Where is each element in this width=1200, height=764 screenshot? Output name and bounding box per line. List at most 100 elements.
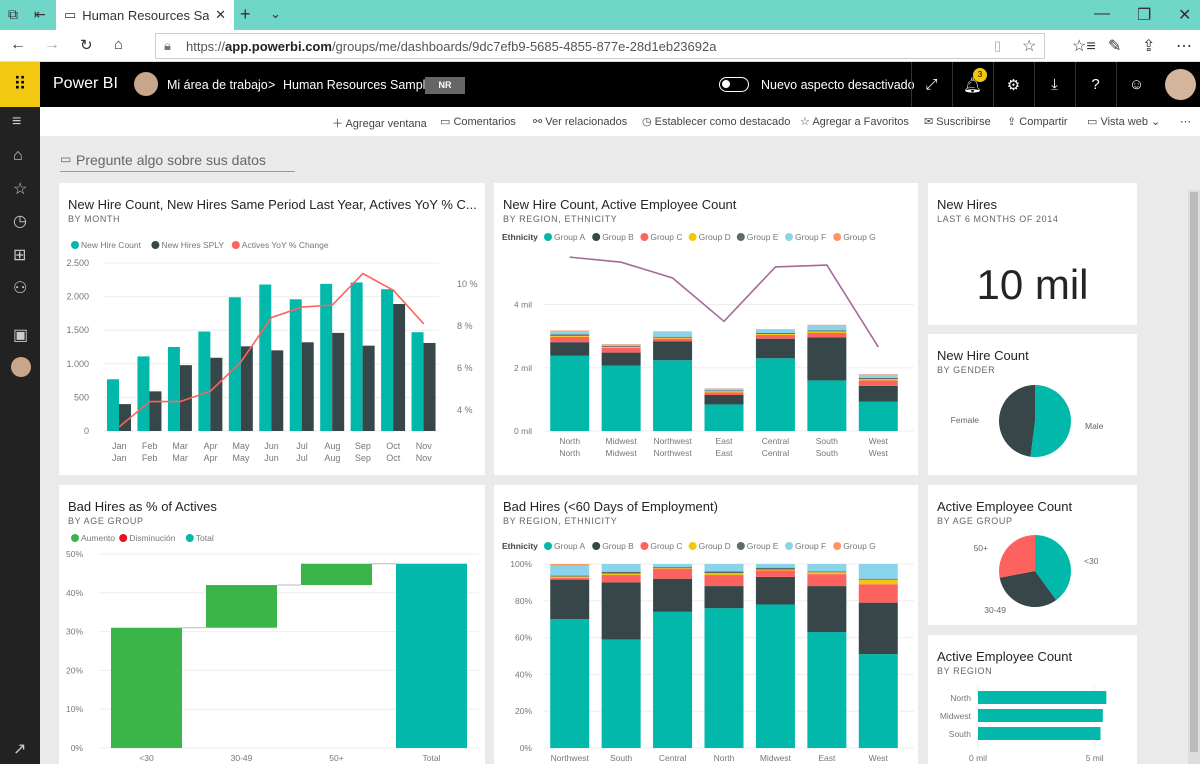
bar	[978, 727, 1101, 740]
x-tick-label: Jul	[296, 453, 308, 463]
hamburger-menu-icon[interactable]: ≡	[12, 113, 21, 131]
notifications-icon[interactable]: 🔔︎ 3	[952, 62, 992, 107]
bar-segment	[550, 565, 590, 576]
tile-new-hires-card[interactable]: New Hires LAST 6 MONTHS OF 2014 10 mil	[928, 183, 1137, 325]
add-favorites-button[interactable]: ☆ Agregar a Favoritos	[800, 115, 909, 128]
x-tick-label: Feb	[142, 441, 158, 451]
forward-icon[interactable]: →	[44, 36, 60, 54]
legend-label: Group E	[747, 232, 779, 242]
app-name[interactable]: Power BI	[53, 75, 118, 93]
bar-segment	[755, 329, 795, 333]
breadcrumb-workspace[interactable]: Mi área de trabajo	[167, 78, 268, 92]
back-icon[interactable]: ←	[10, 36, 26, 54]
monthly-chart: New Hire Count New Hires SPLY Actives YoY …	[66, 240, 477, 463]
subscribe-button[interactable]: ✉ Suscribirse	[924, 115, 991, 128]
waterfall-bar	[301, 563, 372, 586]
scrollbar[interactable]	[1188, 190, 1200, 764]
legend-marker	[185, 534, 194, 542]
legend-marker	[151, 241, 160, 249]
notification-count: 3	[973, 68, 987, 82]
settings-gear-icon[interactable]: ⚙	[993, 62, 1033, 107]
web-view-dropdown[interactable]: ▭ Vista web ⌄	[1087, 115, 1160, 128]
restore-icon[interactable]: ❐	[1137, 5, 1151, 25]
workspaces-icon[interactable]: ▣	[13, 325, 28, 345]
url-input[interactable]: 🔒︎ https://app.powerbi.com/groups/me/das…	[155, 33, 1045, 59]
y-tick-label: 20%	[66, 665, 83, 675]
app-launcher-icon[interactable]: ⠿	[0, 62, 40, 107]
my-workspace-avatar[interactable]	[11, 357, 31, 377]
share-icon[interactable]: ⇪	[1142, 36, 1155, 56]
tile-region-bar[interactable]: Active Employee Count BY REGION 0 mil 5 m…	[928, 635, 1137, 764]
bar	[210, 357, 223, 431]
legend-marker	[785, 542, 793, 550]
help-icon[interactable]: ?	[1075, 62, 1115, 107]
favorite-star-icon[interactable]: ☆	[1022, 36, 1036, 56]
fullscreen-icon[interactable]: ⤢	[911, 62, 951, 107]
bad-hires-chart: Ethnicity Group A Group B Group C Group D Gro…	[502, 541, 914, 763]
get-data-arrow-icon[interactable]: ↗	[13, 739, 26, 759]
view-related-button[interactable]: ⚯ Ver relacionados	[533, 115, 627, 128]
y-tick-label: 2.000	[66, 292, 89, 302]
x-tick-label: Sep	[355, 441, 371, 451]
x-tick-label: South	[610, 753, 632, 763]
more-options-icon[interactable]: ⋯	[1180, 115, 1191, 128]
legend-label: Group G	[843, 232, 876, 242]
add-tile-button[interactable]: ＋ Agregar ventana	[332, 115, 427, 131]
waterfall-bar	[396, 563, 467, 748]
shared-people-icon[interactable]: ⚇	[13, 278, 27, 298]
tile-monthly-hires[interactable]: New Hire Count, New Hires Same Period La…	[59, 183, 485, 475]
recent-clock-icon[interactable]: ◷	[13, 211, 27, 231]
set-aside-tabs-icon[interactable]: ⇤	[34, 6, 46, 23]
bar	[198, 331, 211, 431]
legend-title: Ethnicity	[502, 232, 538, 242]
toggle-label: Nuevo aspecto desactivado	[761, 78, 915, 92]
close-tab-icon[interactable]: ✕	[215, 7, 234, 23]
home-icon[interactable]: ⌂	[114, 36, 123, 53]
more-icon[interactable]: ⋯	[1176, 36, 1192, 56]
x-tick-label: West	[869, 448, 889, 458]
refresh-icon[interactable]: ↻	[80, 36, 93, 54]
y-tick-label: 500	[74, 392, 89, 402]
bar-segment	[653, 336, 693, 338]
age-pie: <30 30-49 50+	[974, 535, 1099, 615]
set-featured-button[interactable]: ◷ Establecer como destacado	[642, 115, 790, 128]
minimize-icon[interactable]: —	[1094, 5, 1110, 23]
pie-label: Male	[1085, 421, 1104, 431]
close-window-icon[interactable]: ✕	[1178, 5, 1191, 25]
reading-view-icon[interactable]: ▯	[994, 38, 1001, 54]
legend-label: Total	[196, 533, 214, 543]
tile-age-pie[interactable]: Active Employee Count BY AGE GROUP <30 30…	[928, 485, 1137, 625]
tile-region-hires[interactable]: New Hire Count, Active Employee Count BY…	[494, 183, 918, 475]
tile-subtitle: LAST 6 MONTHS OF 2014	[937, 214, 1059, 224]
bar-segment	[704, 575, 744, 587]
new-tab-icon[interactable]: +	[240, 4, 251, 25]
bar	[301, 342, 314, 431]
favorites-star-icon[interactable]: ☆	[13, 179, 27, 199]
apps-icon[interactable]: ⊞	[13, 245, 26, 265]
label: Agregar a Favoritos	[812, 116, 909, 128]
x-tick-label: Nov	[416, 441, 433, 451]
legend-marker	[833, 233, 842, 241]
legend-label: Group F	[795, 232, 826, 242]
bar-segment	[550, 336, 590, 343]
waterfall-bar	[111, 627, 182, 748]
favorites-hub-icon[interactable]: ☆≡	[1072, 36, 1096, 56]
download-icon[interactable]: ⤓	[1034, 62, 1074, 107]
tile-gender-pie[interactable]: New Hire Count BY GENDER Male Female	[928, 334, 1137, 475]
share-button[interactable]: ⇪ Compartir	[1007, 115, 1068, 128]
bar	[978, 709, 1103, 722]
home-nav-icon[interactable]: ⌂	[13, 147, 23, 165]
bar-segment	[807, 564, 847, 572]
comments-button[interactable]: ▭ Comentarios	[440, 115, 516, 128]
qa-input[interactable]: ▭ Pregunte algo sobre sus datos	[60, 150, 295, 172]
new-look-toggle[interactable]	[719, 77, 749, 92]
address-bar: ← → ↻ ⌂ 🔒︎ https://app.powerbi.com/group…	[0, 30, 1200, 62]
chevron-down-icon[interactable]: ⌄	[270, 6, 281, 22]
user-avatar[interactable]	[1165, 69, 1196, 100]
tabs-aside-icon[interactable]: ⧉	[8, 6, 18, 23]
tile-bad-hires-age[interactable]: Bad Hires as % of Actives BY AGE GROUP A…	[59, 485, 485, 764]
feedback-smiley-icon[interactable]: ☺	[1116, 62, 1156, 107]
tile-bad-hires-region[interactable]: Bad Hires (<60 Days of Employment) BY RE…	[494, 485, 918, 764]
browser-tab[interactable]: ▭ Human Resources Samp ✕	[56, 0, 234, 30]
pen-icon[interactable]: ✎	[1108, 36, 1121, 56]
